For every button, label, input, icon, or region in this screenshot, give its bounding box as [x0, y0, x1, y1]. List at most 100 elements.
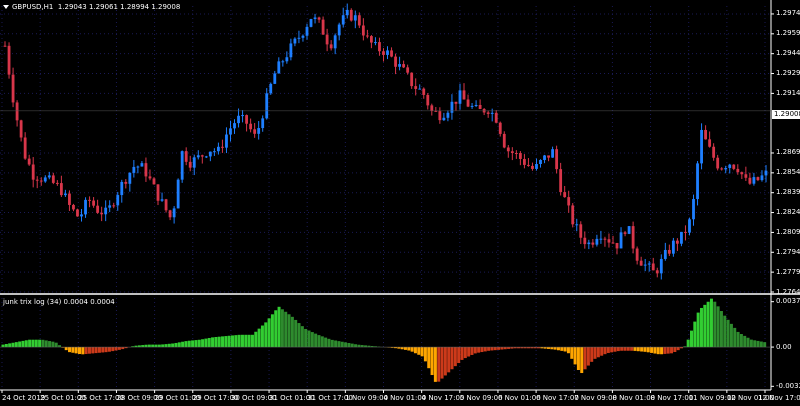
price-tick-label: 1.27790	[776, 267, 800, 276]
candle-body	[599, 238, 603, 240]
chart-title: GBPUSD,H1 1.29043 1.29061 1.28994 1.2900…	[3, 3, 180, 12]
time-tick-label: 6 Nov 01:00	[497, 394, 541, 402]
candle-body	[309, 19, 313, 27]
candle-body	[732, 164, 736, 169]
candle-body	[160, 199, 164, 201]
candle-body	[88, 199, 91, 201]
chart-canvas[interactable]	[0, 0, 800, 406]
candle-body	[490, 112, 494, 114]
candle-body	[51, 175, 55, 183]
candle-body	[164, 199, 168, 211]
candle-body	[196, 155, 200, 158]
candle-body	[120, 181, 124, 196]
candle-body	[506, 147, 510, 152]
candle-body	[527, 164, 530, 166]
candle-body	[760, 175, 764, 181]
price-tick-label: 1.28540	[776, 168, 800, 177]
candle-body	[152, 178, 156, 185]
candle-body	[27, 158, 31, 165]
candle-body	[518, 153, 522, 159]
dropdown-triangle-icon[interactable]	[3, 5, 9, 9]
candle-body	[216, 146, 220, 152]
candle-body	[551, 149, 555, 158]
candle-body	[140, 163, 144, 167]
candle-body	[575, 224, 579, 226]
candle-body	[426, 94, 430, 106]
price-tick-label: 1.27940	[776, 247, 800, 256]
candle-body	[68, 193, 71, 205]
candle-body	[3, 45, 7, 47]
candle-body	[7, 45, 11, 75]
candle-body	[132, 166, 136, 173]
candle-body	[317, 17, 321, 20]
candle-body	[764, 170, 768, 176]
symbol-label: GBPUSD,H1	[12, 3, 54, 11]
candle-body	[378, 42, 381, 52]
time-tick-label: 24 Oct 2019	[2, 394, 46, 402]
price-tick-label: 1.28090	[776, 227, 800, 236]
candle-body	[180, 151, 184, 180]
candle-body	[31, 164, 35, 180]
candle-body	[607, 239, 611, 243]
time-tick-label: 4 Nov 01:00	[383, 394, 427, 402]
candle-body	[655, 270, 659, 274]
candle-body	[333, 35, 337, 49]
candle-body	[208, 151, 212, 157]
time-tick-label: 5 Nov 09:00	[459, 394, 503, 402]
candle-body	[148, 176, 152, 179]
candle-body	[249, 123, 253, 130]
candle-body	[285, 57, 289, 62]
candle-body	[394, 56, 397, 67]
candle-body	[112, 205, 116, 207]
candle-body	[716, 157, 720, 169]
candle-body	[39, 180, 43, 182]
candle-body	[225, 134, 228, 148]
candle-body	[402, 64, 406, 68]
trading-chart-window[interactable]: GBPUSD,H1 1.29043 1.29061 1.28994 1.2900…	[0, 0, 800, 406]
candle-body	[59, 183, 63, 196]
price-tick-label: 1.29740	[776, 9, 800, 18]
candle-body	[635, 248, 639, 261]
candle-body	[514, 153, 518, 155]
candle-body	[96, 205, 100, 213]
candle-body	[430, 105, 434, 111]
candle-body	[390, 50, 393, 57]
candle-body	[233, 123, 236, 129]
candle-body	[603, 238, 607, 240]
candle-body	[692, 199, 695, 220]
candle-body	[104, 207, 108, 215]
candle-body	[321, 19, 325, 35]
candle-body	[277, 61, 281, 74]
candle-body	[253, 129, 257, 134]
candle-body	[386, 50, 389, 55]
candle-body	[273, 73, 277, 84]
time-tick-label: 8 Nov 01:00	[612, 394, 656, 402]
candle-body	[229, 128, 232, 135]
candle-body	[535, 163, 538, 169]
candle-body	[325, 34, 329, 45]
candle-body	[631, 226, 635, 249]
candle-body	[365, 35, 369, 37]
candle-body	[15, 102, 19, 121]
candle-body	[555, 149, 559, 170]
candle-body	[410, 72, 414, 87]
candle-body	[11, 74, 15, 103]
candle-body	[305, 26, 309, 36]
candle-body	[450, 101, 454, 113]
candle-body	[736, 168, 740, 173]
candle-body	[611, 242, 615, 244]
candle-body	[293, 38, 297, 44]
candle-body	[442, 117, 446, 121]
candle-body	[571, 205, 575, 225]
time-tick-label: 12 Nov 17:00	[758, 394, 800, 402]
candle-body	[615, 242, 619, 249]
candle-body	[502, 133, 506, 148]
price-tick-label: 1.28240	[776, 208, 800, 217]
time-tick-label: 8 Nov 17:00	[650, 394, 694, 402]
candle-body	[627, 226, 631, 234]
candle-body	[55, 182, 59, 184]
candle-body	[269, 83, 273, 94]
candle-body	[446, 112, 450, 118]
candle-body	[144, 163, 148, 177]
candle-body	[438, 111, 442, 121]
